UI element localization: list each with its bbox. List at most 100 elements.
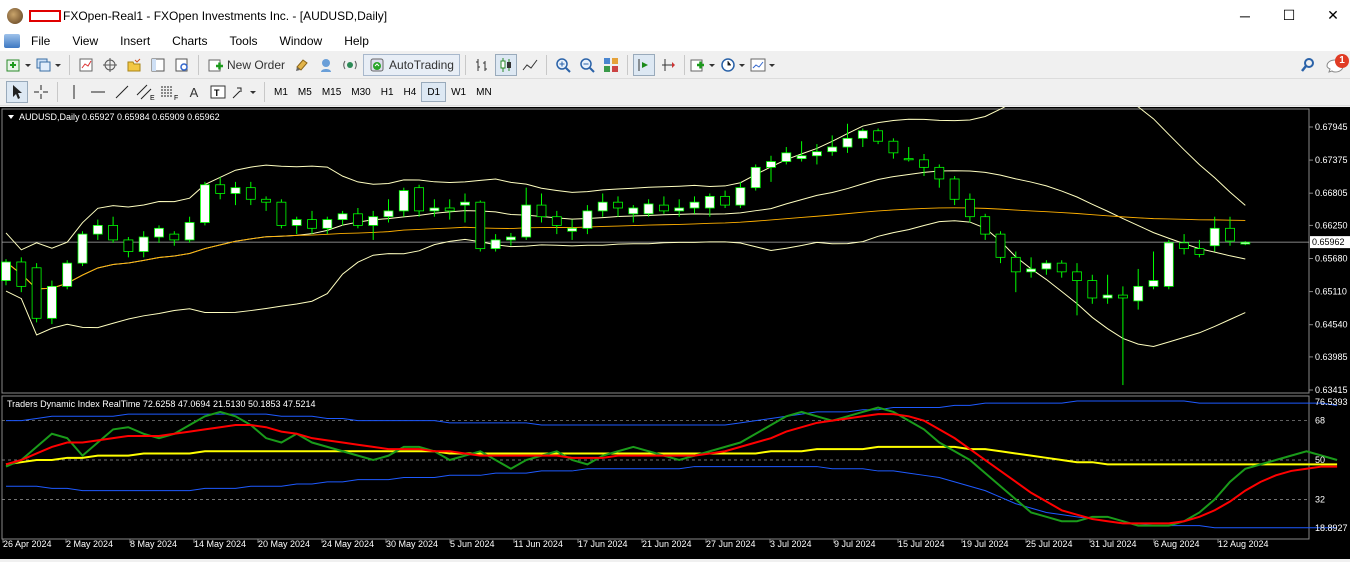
navigator-icon[interactable] — [123, 54, 145, 76]
vps-icon[interactable] — [339, 54, 361, 76]
date-tick-label: 24 May 2024 — [322, 539, 374, 549]
candle-body — [995, 233, 1006, 258]
close-button[interactable]: ✕ — [1310, 0, 1350, 31]
candle-body — [720, 195, 730, 206]
date-tick-label: 3 Jul 2024 — [770, 539, 812, 549]
price-chart[interactable]: AUDUSD,Daily 0.65927 0.65984 0.65909 0.6… — [0, 89, 1350, 559]
candle-body — [1194, 248, 1205, 255]
line-chart-icon[interactable] — [519, 54, 541, 76]
candle-body — [1072, 271, 1082, 281]
menu-view[interactable]: View — [61, 34, 109, 48]
price-tick-label: 0.66805 — [1315, 188, 1348, 198]
candle-body — [1240, 241, 1251, 245]
signals-icon[interactable] — [315, 54, 337, 76]
autotrading-button[interactable]: AutoTrading — [363, 54, 460, 76]
new-order-label: New Order — [227, 58, 286, 72]
fibonacci-icon[interactable]: F — [159, 81, 181, 103]
candle-body — [1118, 294, 1128, 299]
notifications-icon[interactable]: 1 — [1321, 54, 1349, 76]
menu-help[interactable]: Help — [333, 34, 380, 48]
timeframe-mn[interactable]: MN — [471, 82, 497, 102]
new-chart-icon[interactable] — [6, 54, 34, 76]
chart-window[interactable]: AUDUSD,Daily 0.65927 0.65984 0.65909 0.6… — [0, 89, 1350, 559]
date-tick-label: 19 Jul 2024 — [962, 539, 1009, 549]
chart-window-icon[interactable] — [4, 34, 20, 48]
candle-body — [796, 155, 807, 160]
templates-icon[interactable] — [750, 54, 778, 76]
candle-body — [1041, 262, 1052, 270]
price-tick-label: 0.67375 — [1315, 155, 1348, 165]
timeframe-d1[interactable]: D1 — [421, 82, 447, 102]
collapse-arrow-icon[interactable] — [8, 115, 14, 119]
candle-body — [567, 227, 577, 232]
candle-body — [429, 207, 440, 212]
candle-body — [643, 203, 654, 215]
metaeditor-icon[interactable] — [291, 54, 313, 76]
autoscroll-icon[interactable] — [632, 54, 655, 76]
candle-body — [322, 219, 333, 229]
tile-windows-icon[interactable] — [600, 54, 622, 76]
market-watch-icon[interactable] — [75, 54, 97, 76]
new-order-button[interactable]: New Order — [204, 54, 289, 76]
text-tool-icon[interactable]: A — [183, 81, 205, 103]
candle-body — [276, 201, 287, 226]
candle-body — [674, 207, 685, 212]
arrows-icon[interactable] — [231, 81, 259, 103]
profiles-icon[interactable] — [36, 54, 64, 76]
timeframe-w1[interactable]: W1 — [446, 82, 471, 102]
vertical-line-icon[interactable] — [63, 81, 85, 103]
candle-body — [919, 159, 929, 168]
zoom-out-icon[interactable] — [576, 54, 598, 76]
strategy-tester-icon[interactable] — [171, 54, 193, 76]
menu-file[interactable]: File — [20, 34, 61, 48]
cursor-icon[interactable] — [6, 81, 28, 103]
candle-body — [689, 201, 700, 209]
candle-body — [812, 151, 822, 157]
menu-insert[interactable]: Insert — [109, 34, 161, 48]
price-tick-label: 0.67945 — [1315, 122, 1348, 132]
search-icon[interactable] — [1297, 54, 1319, 76]
minimize-button[interactable]: ─ — [1222, 0, 1268, 31]
candle-body — [597, 201, 608, 212]
candle-body — [230, 187, 241, 194]
timeframe-h4[interactable]: H4 — [399, 82, 422, 102]
text-label-icon[interactable]: T — [207, 81, 229, 103]
candle-body — [1, 261, 11, 281]
indicators-icon[interactable] — [690, 54, 718, 76]
chart-shift-icon[interactable] — [657, 54, 679, 76]
candle-body — [123, 239, 134, 252]
price-tick-label: 0.65110 — [1315, 287, 1347, 297]
candle-body — [628, 207, 639, 215]
trendline-icon[interactable] — [111, 81, 133, 103]
timeframe-m5[interactable]: M5 — [293, 82, 317, 102]
terminal-icon[interactable] — [147, 54, 169, 76]
equidistant-channel-icon[interactable]: E — [135, 81, 157, 103]
crosshair-icon[interactable] — [30, 81, 52, 103]
date-tick-label: 15 Jul 2024 — [898, 539, 945, 549]
date-tick-label: 30 May 2024 — [386, 539, 438, 549]
date-tick-label: 9 Jul 2024 — [834, 539, 876, 549]
date-tick-label: 21 Jun 2024 — [642, 539, 692, 549]
menu-charts[interactable]: Charts — [161, 34, 218, 48]
candle-body — [1148, 280, 1159, 287]
bar-chart-icon[interactable] — [471, 54, 493, 76]
horizontal-line-icon[interactable] — [87, 81, 109, 103]
timeframe-m15[interactable]: M15 — [317, 82, 346, 102]
timeframe-h1[interactable]: H1 — [376, 82, 399, 102]
zoom-in-icon[interactable] — [552, 54, 574, 76]
app-icon — [7, 7, 23, 24]
menu-tools[interactable]: Tools — [219, 34, 269, 48]
candle-body — [245, 187, 256, 200]
candlestick-chart-icon[interactable] — [494, 54, 517, 76]
timeframe-m1[interactable]: M1 — [269, 82, 293, 102]
data-window-icon[interactable] — [99, 54, 121, 76]
candle-body — [291, 219, 302, 226]
price-tick-label: 0.65680 — [1315, 254, 1348, 264]
periods-icon[interactable] — [720, 54, 748, 76]
candle-body — [1026, 268, 1036, 273]
candle-body — [888, 140, 899, 154]
menu-window[interactable]: Window — [269, 34, 334, 48]
maximize-button[interactable]: ☐ — [1266, 0, 1312, 31]
timeframe-m30[interactable]: M30 — [346, 82, 375, 102]
tdi-lower-band — [6, 466, 1338, 529]
